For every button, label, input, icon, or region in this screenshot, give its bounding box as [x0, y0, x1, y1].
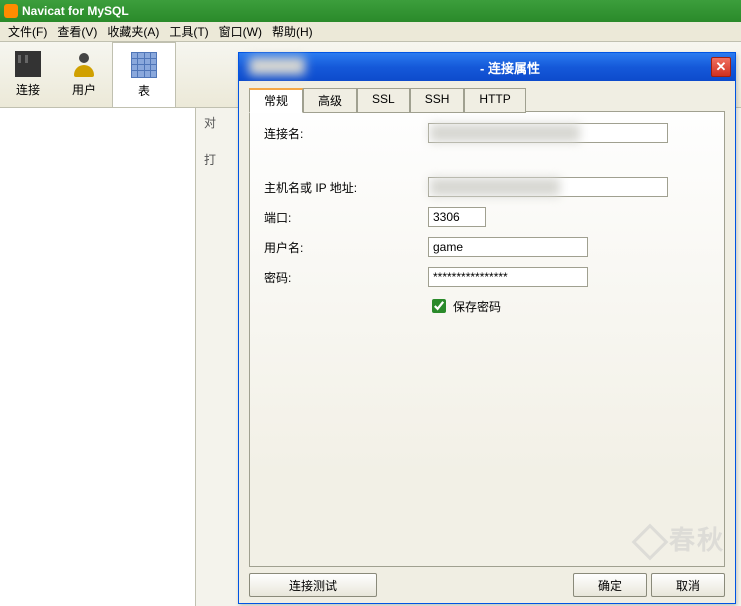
toolbar-label-table: 表	[138, 82, 150, 99]
label-connection-name: 连接名:	[264, 125, 428, 142]
tab-general[interactable]: 常规	[249, 88, 303, 113]
label-port: 端口:	[264, 209, 428, 226]
navigation-panel[interactable]	[0, 108, 196, 606]
button-cancel[interactable]: 取消	[651, 573, 725, 597]
button-test-connection[interactable]: 连接测试	[249, 573, 377, 597]
menu-favorites[interactable]: 收藏夹(A)	[103, 22, 163, 41]
button-ok[interactable]: 确定	[573, 573, 647, 597]
tab-ssl[interactable]: SSL	[357, 88, 410, 113]
input-password[interactable]	[428, 267, 588, 287]
menu-window[interactable]: 窗口(W)	[215, 22, 266, 41]
label-password: 密码:	[264, 269, 428, 286]
app-titlebar: Navicat for MySQL	[0, 0, 741, 22]
close-icon[interactable]: ✕	[711, 57, 731, 77]
menubar: 文件(F) 查看(V) 收藏夹(A) 工具(T) 窗口(W) 帮助(H)	[0, 22, 741, 42]
dialog-title: - 连接属性	[309, 58, 711, 77]
app-icon	[4, 4, 18, 18]
input-username[interactable]	[428, 237, 588, 257]
label-username: 用户名:	[264, 239, 428, 256]
checkbox-save-password[interactable]	[432, 299, 446, 313]
user-icon	[71, 51, 97, 77]
menu-view[interactable]: 查看(V)	[53, 22, 101, 41]
menu-file[interactable]: 文件(F)	[4, 22, 51, 41]
blurred-connection-name	[430, 124, 580, 142]
toolbar-label-user: 用户	[72, 81, 96, 98]
toolbar-user-button[interactable]: 用户	[56, 42, 112, 107]
toolbar-label-connection: 连接	[16, 81, 40, 98]
label-host: 主机名或 IP 地址:	[264, 179, 428, 196]
label-save-password: 保存密码	[453, 298, 501, 315]
menu-tools[interactable]: 工具(T)	[165, 22, 212, 41]
dialog-tabstrip: 常规 高级 SSL SSH HTTP	[249, 87, 725, 112]
tab-http[interactable]: HTTP	[464, 88, 525, 113]
input-port[interactable]	[428, 207, 486, 227]
connection-properties-dialog: - 连接属性 ✕ 常规 高级 SSL SSH HTTP 连接名: 主机名或 IP…	[238, 52, 736, 604]
menu-help[interactable]: 帮助(H)	[268, 22, 317, 41]
table-icon	[131, 52, 157, 78]
toolbar-connection-button[interactable]: 连接	[0, 42, 56, 107]
tab-ssh[interactable]: SSH	[410, 88, 465, 113]
blurred-host	[430, 178, 560, 196]
tab-panel-general: 连接名: 主机名或 IP 地址: 端口: 用户名:	[249, 111, 725, 567]
dialog-title-blurred	[249, 57, 305, 75]
dialog-titlebar[interactable]: - 连接属性 ✕	[239, 53, 735, 81]
app-title: Navicat for MySQL	[22, 4, 129, 18]
dialog-button-row: 连接测试 确定 取消	[249, 567, 725, 597]
tab-advanced[interactable]: 高级	[303, 88, 357, 113]
connection-icon	[15, 51, 41, 77]
toolbar-table-button[interactable]: 表	[112, 42, 176, 107]
